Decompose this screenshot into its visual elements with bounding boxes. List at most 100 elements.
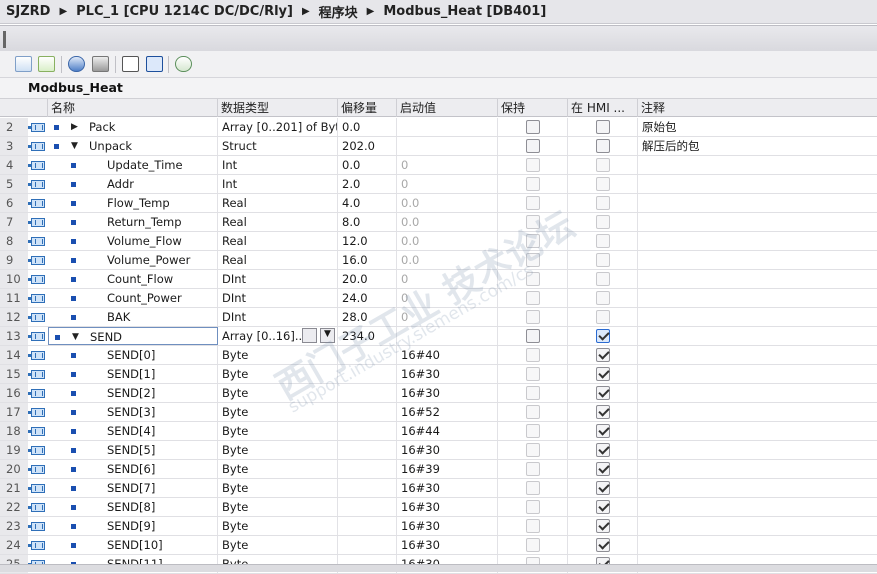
type-cell[interactable]: Byte xyxy=(218,384,338,402)
row-tag[interactable] xyxy=(28,384,48,402)
start-value-cell[interactable] xyxy=(397,118,498,136)
comment-cell[interactable] xyxy=(638,289,877,307)
hmi-visible-checkbox[interactable] xyxy=(596,177,610,191)
start-value-cell[interactable]: 16#30 xyxy=(397,517,498,535)
header-name[interactable]: 名称 xyxy=(48,99,218,117)
name-cell[interactable]: SEND[3] xyxy=(48,403,218,421)
hmi-visible-checkbox[interactable] xyxy=(596,405,610,419)
retain-checkbox[interactable] xyxy=(526,348,540,362)
start-value-cell[interactable]: 16#52 xyxy=(397,403,498,421)
name-cell[interactable]: Volume_Flow xyxy=(48,232,218,250)
retain-checkbox[interactable] xyxy=(526,291,540,305)
start-value-cell[interactable]: 16#30 xyxy=(397,365,498,383)
table-row[interactable]: 20 SEND[6] Byte 16#39 xyxy=(0,460,877,479)
name-cell[interactable]: SEND[2] xyxy=(48,384,218,402)
hmi-visible-checkbox[interactable] xyxy=(596,424,610,438)
hmi-visible-checkbox[interactable] xyxy=(596,310,610,324)
comment-cell[interactable] xyxy=(638,156,877,174)
retain-checkbox[interactable] xyxy=(526,519,540,533)
start-value-cell[interactable]: 0.0 xyxy=(397,194,498,212)
hmi-visible-checkbox[interactable] xyxy=(596,481,610,495)
name-cell[interactable]: Update_Time xyxy=(48,156,218,174)
comment-cell[interactable] xyxy=(638,498,877,516)
row-tag[interactable] xyxy=(28,498,48,516)
table-row[interactable]: 14 SEND[0] Byte 16#40 xyxy=(0,346,877,365)
hmi-visible-checkbox[interactable] xyxy=(596,234,610,248)
name-cell[interactable]: SEND[8] xyxy=(48,498,218,516)
hmi-visible-checkbox[interactable] xyxy=(596,215,610,229)
comment-cell[interactable] xyxy=(638,213,877,231)
type-picker-button[interactable] xyxy=(302,328,317,343)
retain-checkbox[interactable] xyxy=(526,386,540,400)
row-tag[interactable] xyxy=(28,194,48,212)
row-tag[interactable] xyxy=(28,137,48,155)
comment-cell[interactable] xyxy=(638,460,877,478)
row-tag[interactable] xyxy=(28,517,48,535)
hmi-visible-checkbox[interactable] xyxy=(596,272,610,286)
retain-checkbox[interactable] xyxy=(526,310,540,324)
hmi-visible-checkbox[interactable] xyxy=(596,120,610,134)
start-value-cell[interactable]: 16#30 xyxy=(397,479,498,497)
start-value-cell[interactable]: 0.0 xyxy=(397,213,498,231)
hmi-visible-checkbox[interactable] xyxy=(596,386,610,400)
name-cell[interactable]: SEND[10] xyxy=(48,536,218,554)
retain-checkbox[interactable] xyxy=(526,215,540,229)
expand-view-icon[interactable] xyxy=(122,56,139,72)
type-cell[interactable]: Byte xyxy=(218,365,338,383)
comment-cell[interactable] xyxy=(638,536,877,554)
row-tag[interactable] xyxy=(28,213,48,231)
start-value-cell[interactable]: 0 xyxy=(397,156,498,174)
copy-snapshot-icon[interactable] xyxy=(92,56,109,72)
start-value-cell[interactable]: 0 xyxy=(397,308,498,326)
retain-checkbox[interactable] xyxy=(526,500,540,514)
retain-checkbox[interactable] xyxy=(526,481,540,495)
row-tag[interactable] xyxy=(28,479,48,497)
name-cell[interactable]: ▼ SEND xyxy=(48,327,218,345)
hmi-visible-checkbox[interactable] xyxy=(596,139,610,153)
retain-checkbox[interactable] xyxy=(526,424,540,438)
table-row[interactable]: 24 SEND[10] Byte 16#30 xyxy=(0,536,877,555)
table-row[interactable]: 5 Addr Int 2.0 0 xyxy=(0,175,877,194)
hmi-visible-checkbox[interactable] xyxy=(596,519,610,533)
comment-cell[interactable] xyxy=(638,384,877,402)
header-type[interactable]: 数据类型 xyxy=(218,99,338,117)
table-row[interactable]: 8 Volume_Flow Real 12.0 0.0 xyxy=(0,232,877,251)
retain-checkbox[interactable] xyxy=(526,234,540,248)
type-cell[interactable]: Byte xyxy=(218,403,338,421)
table-row[interactable]: 9 Volume_Power Real 16.0 0.0 xyxy=(0,251,877,270)
table-row[interactable]: 16 SEND[2] Byte 16#30 xyxy=(0,384,877,403)
table-row[interactable]: 22 SEND[8] Byte 16#30 xyxy=(0,498,877,517)
name-cell[interactable]: Count_Flow xyxy=(48,270,218,288)
row-tag[interactable] xyxy=(28,403,48,421)
row-tag[interactable] xyxy=(28,175,48,193)
name-cell[interactable]: Count_Power xyxy=(48,289,218,307)
retain-checkbox[interactable] xyxy=(526,405,540,419)
comment-cell[interactable] xyxy=(638,422,877,440)
header-comment[interactable]: 注释 xyxy=(638,99,877,117)
row-tag[interactable] xyxy=(28,422,48,440)
start-value-cell[interactable] xyxy=(397,327,498,345)
start-value-cell[interactable]: 0.0 xyxy=(397,232,498,250)
type-cell[interactable]: Int xyxy=(218,156,338,174)
name-cell[interactable]: ▼ Unpack xyxy=(48,137,218,155)
add-row-icon[interactable] xyxy=(38,56,55,72)
start-value-cell[interactable]: 16#30 xyxy=(397,536,498,554)
retain-checkbox[interactable] xyxy=(526,443,540,457)
type-cell[interactable]: Real xyxy=(218,232,338,250)
hmi-visible-checkbox[interactable] xyxy=(596,462,610,476)
start-value-cell[interactable] xyxy=(397,137,498,155)
comment-cell[interactable] xyxy=(638,308,877,326)
hmi-visible-checkbox[interactable] xyxy=(596,158,610,172)
retain-checkbox[interactable] xyxy=(526,253,540,267)
table-row[interactable]: 23 SEND[9] Byte 16#30 xyxy=(0,517,877,536)
table-row[interactable]: 12 BAK DInt 28.0 0 xyxy=(0,308,877,327)
start-value-cell[interactable]: 16#44 xyxy=(397,422,498,440)
table-row[interactable]: 21 SEND[7] Byte 16#30 xyxy=(0,479,877,498)
start-value-cell[interactable]: 0 xyxy=(397,175,498,193)
row-tag[interactable] xyxy=(28,536,48,554)
row-tag[interactable] xyxy=(28,118,48,136)
name-cell[interactable]: Volume_Power xyxy=(48,251,218,269)
type-cell[interactable]: Byte xyxy=(218,441,338,459)
name-cell[interactable]: ▶ Pack xyxy=(48,118,218,136)
name-cell[interactable]: SEND[5] xyxy=(48,441,218,459)
